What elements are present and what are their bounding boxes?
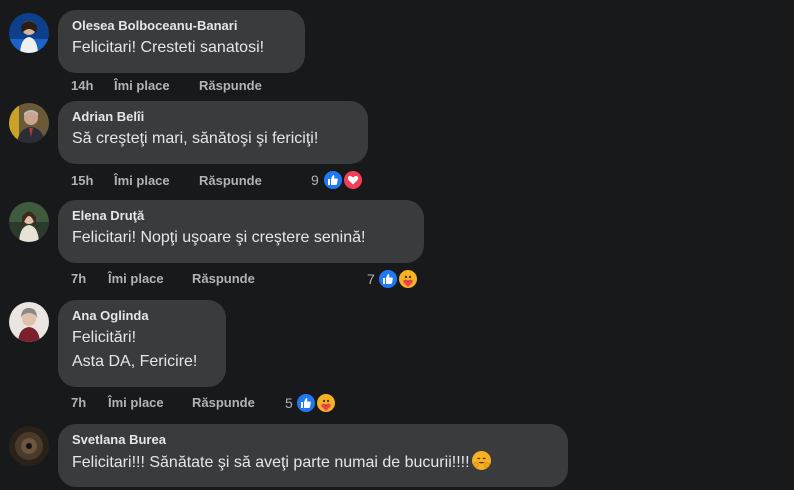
comment-actions: 7h Îmi place Răspunde: [0, 395, 300, 413]
care-reaction-icon: [315, 392, 337, 414]
comment-bubble: Adrian Belîi Să creşteţi mari, sănătoşi …: [58, 101, 368, 164]
avatar[interactable]: [9, 302, 49, 342]
comment-text: Să creşteţi mari, sănătoşi şi fericiţi!: [72, 130, 319, 147]
avatar[interactable]: [9, 202, 49, 242]
comment-actions: 15h Îmi place Răspunde: [0, 173, 300, 191]
like-button[interactable]: Îmi place: [114, 173, 170, 188]
reaction-count: 9: [311, 172, 319, 188]
reaction-count: 5: [285, 395, 293, 411]
care-reaction-icon: [397, 268, 419, 290]
like-button[interactable]: Îmi place: [108, 271, 164, 286]
comment-bubble: Elena Druţă Felicitari! Nopţi uşoare şi …: [58, 200, 424, 263]
reaction-summary[interactable]: 5: [284, 392, 344, 414]
comment-actions: 14h Îmi place Răspunde: [0, 78, 300, 96]
comment-text: Felicitari!!! Sănătate şi să aveţi parte…: [72, 451, 554, 474]
like-button[interactable]: Îmi place: [114, 78, 170, 93]
reaction-summary[interactable]: 9: [310, 169, 370, 191]
reply-button[interactable]: Răspunde: [192, 271, 255, 286]
reaction-summary[interactable]: 7: [366, 268, 426, 290]
like-button[interactable]: Îmi place: [108, 395, 164, 410]
comment-text-content: Felicitari!!! Sănătate şi să aveţi parte…: [72, 454, 470, 471]
like-reaction-icon: [377, 268, 399, 290]
reply-button[interactable]: Răspunde: [199, 78, 262, 93]
reaction-count: 7: [367, 271, 375, 287]
reply-button[interactable]: Răspunde: [192, 395, 255, 410]
avatar[interactable]: [9, 103, 49, 143]
reply-button[interactable]: Răspunde: [199, 173, 262, 188]
comment-time[interactable]: 14h: [71, 78, 93, 93]
comment-author[interactable]: Svetlana Burea: [72, 432, 554, 448]
comment-author[interactable]: Elena Druţă: [72, 208, 410, 224]
comment-text: Felicitari! Cresteti sanatosi!: [72, 39, 265, 56]
avatar[interactable]: [9, 13, 49, 53]
like-reaction-icon: [322, 169, 344, 191]
comment-text: Felicitari! Nopţi uşoare şi creştere sen…: [72, 229, 366, 246]
hug-emoji-icon: [471, 451, 491, 470]
comment-time[interactable]: 15h: [71, 173, 93, 188]
comment-author[interactable]: Olesea Bolboceanu-Banari: [72, 18, 291, 34]
comment-author[interactable]: Ana Oglinda: [72, 308, 212, 324]
comment-bubble: Svetlana Burea Felicitari!!! Sănătate şi…: [58, 424, 568, 487]
comment-text: Felicitări!: [72, 329, 137, 346]
comment-actions: 7h Îmi place Răspunde: [0, 271, 300, 289]
love-reaction-icon: [342, 169, 364, 191]
comment-text: Asta DA, Fericire!: [72, 353, 198, 370]
like-reaction-icon: [295, 392, 317, 414]
comment-author[interactable]: Adrian Belîi: [72, 109, 354, 125]
avatar[interactable]: [9, 426, 49, 466]
comment-time[interactable]: 7h: [71, 271, 86, 286]
comment-bubble: Olesea Bolboceanu-Banari Felicitari! Cre…: [58, 10, 305, 73]
comment-time[interactable]: 7h: [71, 395, 86, 410]
comment-bubble: Ana Oglinda Felicitări! Asta DA, Fericir…: [58, 300, 226, 387]
